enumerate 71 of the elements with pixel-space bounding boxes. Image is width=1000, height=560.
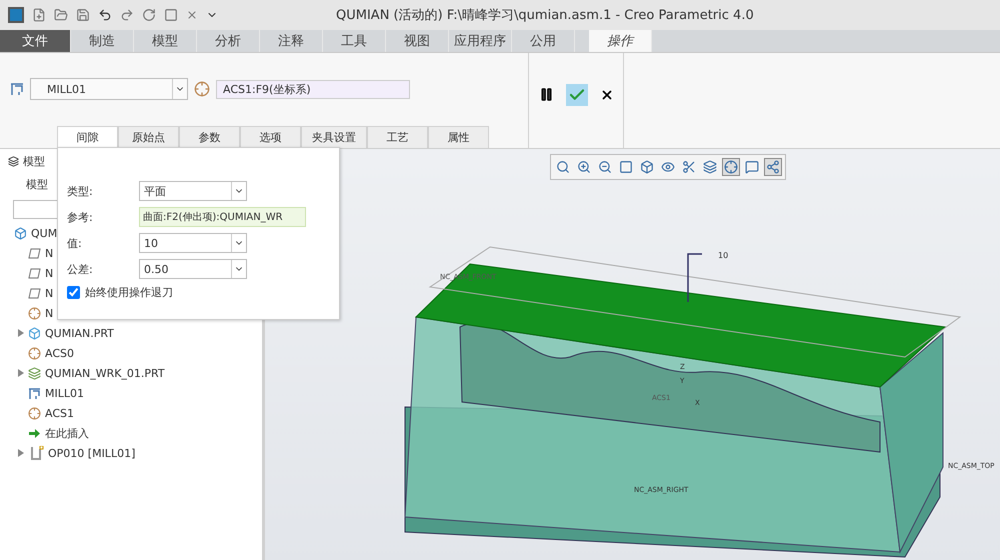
coordinate-system-icon — [28, 406, 41, 420]
mill-icon — [10, 82, 24, 96]
coordinate-system-icon — [194, 81, 210, 97]
coordinate-system-icon — [28, 306, 41, 320]
tree-item[interactable]: 在此插入 — [45, 426, 89, 440]
tree-item[interactable]: QUMIAN.PRT — [45, 326, 114, 340]
field-label: 公差: — [67, 262, 94, 276]
new-icon[interactable] — [32, 8, 46, 22]
field-label: 参考: — [67, 210, 94, 224]
annotation-icon[interactable] — [742, 158, 760, 176]
windows-icon[interactable] — [164, 8, 178, 22]
datum-icon[interactable] — [722, 158, 740, 176]
panel-tab[interactable]: 属性 — [428, 126, 489, 148]
tree-title: 模型 — [23, 154, 45, 168]
coordinate-system-field[interactable]: ACS1:F9(坐标系) — [216, 80, 410, 98]
expand-arrow[interactable] — [16, 329, 24, 337]
dimension-label: 10 — [718, 251, 728, 260]
expand-arrow[interactable] — [16, 449, 24, 457]
tree-item[interactable]: ACS1 — [45, 406, 74, 420]
regenerate-icon[interactable] — [142, 8, 156, 22]
value-select[interactable]: 10 — [139, 233, 247, 253]
tree-item[interactable]: MILL01 — [45, 386, 84, 400]
panel-tab[interactable]: 工艺 — [367, 126, 428, 148]
spin-icon[interactable] — [764, 158, 782, 176]
part-icon — [28, 326, 41, 340]
arrow-icon — [28, 428, 41, 438]
operation-icon — [28, 446, 44, 460]
tree-icon — [8, 156, 19, 166]
tree-item[interactable]: N — [45, 266, 54, 280]
field-label: 类型: — [67, 184, 94, 198]
reference-field[interactable]: 曲面:F2(伸出项):QUMIAN_WR — [139, 207, 306, 227]
tree-item[interactable]: ACS0 — [45, 346, 74, 360]
panel-tab[interactable]: 夹具设置 — [301, 126, 367, 148]
plane-icon — [28, 268, 41, 278]
display-icon[interactable] — [700, 158, 718, 176]
pause-icon — [539, 87, 554, 102]
panel-tab[interactable]: 参数 — [179, 126, 240, 148]
tree-item[interactable]: QUMIAN_WRK_01.PRT — [45, 366, 165, 380]
checkbox[interactable] — [67, 286, 80, 299]
value-select[interactable]: 0.50 — [139, 259, 247, 279]
panel-tab[interactable]: 原始点 — [118, 126, 179, 148]
tree-item[interactable]: N — [45, 306, 54, 320]
ribbon-tab[interactable]: 操作 — [589, 30, 652, 52]
work-center-select[interactable]: MILL01 — [30, 78, 188, 100]
value-select[interactable]: 平面 — [139, 181, 247, 201]
plane-icon — [28, 248, 41, 258]
close-icon[interactable] — [186, 9, 198, 21]
tree-item[interactable]: QUM — [31, 226, 58, 240]
assembly-icon — [14, 226, 27, 240]
panel-tab[interactable]: 间隙 — [57, 126, 118, 148]
tree-item[interactable]: N — [45, 246, 54, 260]
coordinate-system-icon — [28, 346, 41, 360]
panel-tab[interactable]: 选项 — [240, 126, 301, 148]
tree-subtitle: 模型 — [26, 177, 48, 192]
open-icon[interactable] — [54, 8, 68, 22]
field-label: 值: — [67, 236, 83, 250]
ribbon-tab[interactable]: 文件 — [0, 30, 71, 52]
mill-icon — [28, 386, 41, 400]
window-title: QUMIAN (活动的) F:\晴峰学习\qumian.asm.1 - Creo Parametric 4.0 — [336, 7, 754, 24]
confirm-button[interactable] — [566, 84, 588, 106]
workpiece-icon — [28, 366, 41, 380]
tree-item[interactable]: OP010 [MILL01] — [48, 446, 136, 460]
undo-icon[interactable] — [98, 8, 112, 22]
expand-arrow[interactable] — [16, 369, 24, 377]
leader-line — [687, 253, 702, 302]
tree-item[interactable]: N — [45, 286, 54, 300]
save-icon[interactable] — [76, 8, 90, 22]
checkbox-label: 始终使用操作退刀 — [85, 285, 173, 300]
plane-icon — [28, 288, 41, 298]
close-icon — [600, 88, 614, 102]
redo-icon[interactable] — [120, 8, 134, 22]
